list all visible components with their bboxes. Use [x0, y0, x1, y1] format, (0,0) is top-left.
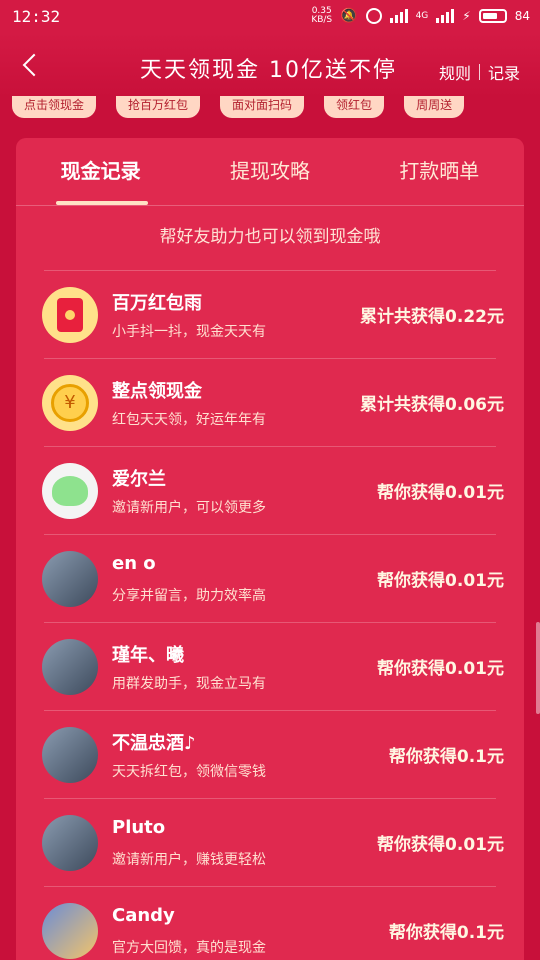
rules-link[interactable]: 规则 [439, 60, 471, 84]
signal-icon [389, 9, 408, 23]
battery-icon [478, 9, 507, 23]
item-amount: 帮你获得0.01元 [377, 835, 504, 855]
list-item[interactable]: ¥ 整点领现金 红包天天领，好运年年有 累计共获得0.06元 [42, 358, 504, 446]
item-amount: 帮你获得0.01元 [377, 659, 504, 679]
record-link[interactable]: 记录 [488, 60, 520, 84]
status-time: 12:32 [12, 6, 61, 26]
avatar [42, 462, 98, 519]
tab-indicator [56, 201, 148, 205]
item-amount: 帮你获得0.01元 [377, 483, 504, 503]
item-name: Candy [112, 904, 175, 926]
item-amount: 累计共获得0.06元 [360, 395, 504, 415]
avatar [42, 726, 98, 783]
item-desc: 邀请新用户，可以领更多 [112, 499, 266, 516]
item-desc: 天天拆红包，领微信零钱 [112, 763, 266, 780]
list-item[interactable]: 瑾年、曦 用群发助手，现金立马有 帮你获得0.01元 [42, 622, 504, 710]
item-amount: 帮你获得0.01元 [377, 571, 504, 591]
tab-payment-proof[interactable]: 打款晒单 [355, 138, 524, 205]
network-speed: 0.35 KB/S [311, 6, 333, 25]
chip-get-cash[interactable]: 点击领现金 [12, 96, 97, 118]
chip-weekly[interactable]: 周周送 [404, 96, 465, 118]
chip-grab-envelope[interactable]: 抢百万红包 [116, 96, 201, 118]
item-desc: 小手抖一抖，现金天天有 [112, 323, 266, 340]
avatar [42, 638, 98, 695]
list-item[interactable]: 不温忠酒♪ 天天拆红包，领微信零钱 帮你获得0.1元 [42, 710, 504, 798]
scrollbar[interactable] [536, 622, 540, 714]
page-title: 天天领现金 10亿送不停 [140, 58, 397, 83]
red-envelope-icon [42, 286, 98, 343]
item-name: Pluto [112, 816, 166, 838]
list-item[interactable]: Pluto 邀请新用户，赚钱更轻松 帮你获得0.01元 [42, 798, 504, 886]
back-icon[interactable] [8, 41, 56, 89]
item-name: en o [112, 552, 156, 574]
item-desc: 官方大回馈，真的是现金 [112, 939, 266, 956]
alarm-clock-icon: ¥ [42, 374, 98, 431]
avatar [42, 814, 98, 871]
avatar [42, 550, 98, 607]
list-item[interactable]: Candy 官方大回馈，真的是现金 帮你获得0.1元 [42, 886, 504, 960]
item-amount: 帮你获得0.1元 [388, 923, 504, 943]
alarm-icon [365, 8, 382, 24]
item-desc: 分享并留言，助力效率高 [112, 587, 266, 604]
item-name: 瑾年、曦 [112, 644, 184, 666]
signal-icon-2 [436, 9, 455, 23]
tab-cash-records[interactable]: 现金记录 [16, 138, 185, 205]
item-amount: 累计共获得0.22元 [360, 307, 504, 327]
record-list: 百万红包雨 小手抖一抖，现金天天有 累计共获得0.22元 ¥ 整点领现金 红包天… [42, 270, 504, 960]
records-card: 现金记录 提现攻略 打款晒单 帮好友助力也可以领到现金哦 百万红包雨 小手抖一抖… [16, 138, 524, 960]
item-desc: 红包天天领，好运年年有 [112, 411, 266, 428]
hint-text: 帮好友助力也可以领到现金哦 [159, 227, 381, 247]
item-name: 百万红包雨 [112, 292, 202, 314]
divider [478, 64, 480, 80]
item-desc: 邀请新用户，赚钱更轻松 [112, 851, 266, 868]
chip-row: 点击领现金 抢百万红包 面对面扫码 领红包 周周送 [0, 96, 540, 118]
network-type: 4G [415, 10, 429, 21]
item-name: 不温忠酒♪ [112, 732, 196, 754]
mute-icon: 🔕 [340, 8, 358, 24]
list-item[interactable]: 百万红包雨 小手抖一抖，现金天天有 累计共获得0.22元 [42, 270, 504, 358]
item-desc: 用群发助手，现金立马有 [112, 675, 266, 692]
battery-level: 84 [514, 9, 530, 23]
item-amount: 帮你获得0.1元 [388, 747, 504, 767]
charging-icon: ⚡ [462, 9, 471, 23]
item-name: 爱尔兰 [112, 468, 166, 490]
tab-withdraw-guide[interactable]: 提现攻略 [185, 138, 354, 205]
list-item[interactable]: en o 分享并留言，助力效率高 帮你获得0.01元 [42, 534, 504, 622]
header: 天天领现金 10亿送不停 规则 记录 [0, 32, 540, 98]
avatar [42, 902, 98, 959]
item-name: 整点领现金 [112, 380, 202, 402]
chip-scan-code[interactable]: 面对面扫码 [220, 96, 305, 118]
tab-bar: 现金记录 提现攻略 打款晒单 [16, 138, 524, 206]
status-bar: 12:32 0.35 KB/S 🔕 4G ⚡ 84 [0, 0, 540, 32]
chip-red-envelope[interactable]: 领红包 [324, 96, 385, 118]
list-item[interactable]: 爱尔兰 邀请新用户，可以领更多 帮你获得0.01元 [42, 446, 504, 534]
